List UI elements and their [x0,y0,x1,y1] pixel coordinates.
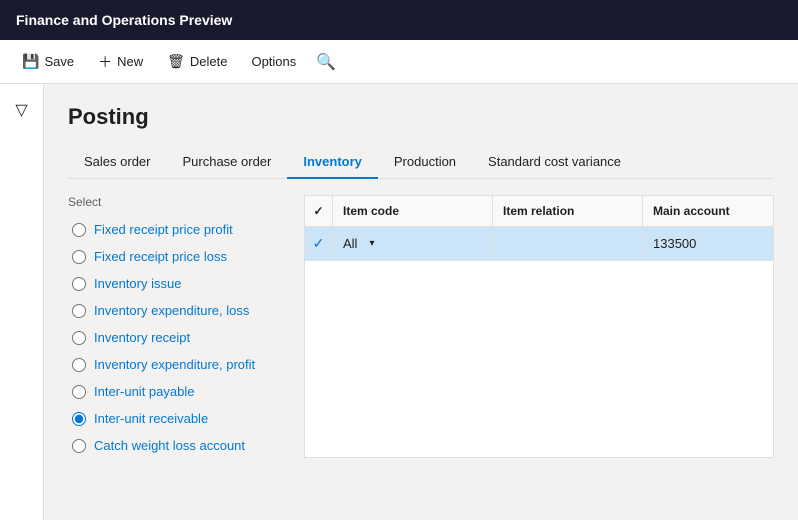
list-item[interactable]: Inter-unit payable [68,379,288,404]
radio-label-inter-unit-payable: Inter-unit payable [94,384,194,399]
th-item-code: Item code [333,196,493,226]
toolbar: 💾 Save ＋ New 🗑 Delete Options 🔍 [0,40,798,84]
app-title: Finance and Operations Preview [16,12,232,28]
radio-list: Fixed receipt price profit Fixed receipt… [68,217,288,458]
radio-inventory-issue[interactable] [72,277,86,291]
delete-label: Delete [190,54,228,69]
list-item[interactable]: Inventory issue [68,271,288,296]
tab-sales-order[interactable]: Sales order [68,146,166,179]
radio-inter-unit-receivable[interactable] [72,412,86,426]
radio-label-fixed-receipt-profit: Fixed receipt price profit [94,222,233,237]
options-label: Options [251,54,296,69]
new-icon: ＋ [98,52,112,72]
table-row[interactable]: ✓ All ▾ 133500 [305,227,773,261]
new-button[interactable]: ＋ New [88,46,153,78]
new-label: New [117,54,143,69]
table-body: ✓ All ▾ 133500 [305,227,773,261]
radio-fixed-receipt-profit[interactable] [72,223,86,237]
filter-icon[interactable]: ▽ [9,94,33,126]
main-account-value: 133500 [653,236,696,251]
radio-label-fixed-receipt-loss: Fixed receipt price loss [94,249,227,264]
select-label: Select [68,195,288,209]
list-item[interactable]: Inter-unit receivable [68,406,288,431]
radio-catch-weight-loss[interactable] [72,439,86,453]
radio-inter-unit-payable[interactable] [72,385,86,399]
tab-inventory[interactable]: Inventory [287,146,378,179]
list-item[interactable]: Fixed receipt price profit [68,217,288,242]
td-main-account[interactable]: 133500 [643,227,773,260]
tab-production[interactable]: Production [378,146,472,179]
th-item-relation: Item relation [493,196,643,226]
radio-label-inventory-expenditure-loss: Inventory expenditure, loss [94,303,249,318]
check-icon: ✓ [313,235,325,252]
save-label: Save [44,54,74,69]
list-item[interactable]: Fixed receipt price loss [68,244,288,269]
table-header: ✓ Item code Item relation Main account [305,196,773,227]
sidebar: ▽ [0,84,44,520]
content-area: Posting Sales order Purchase order Inven… [44,84,798,520]
radio-inventory-expenditure-loss[interactable] [72,304,86,318]
tab-standard-cost-variance[interactable]: Standard cost variance [472,146,637,179]
list-item[interactable]: Catch weight loss account [68,433,288,458]
save-icon: 💾 [22,53,39,70]
search-button[interactable]: 🔍 [310,46,342,78]
td-item-code[interactable]: All ▾ [333,227,493,260]
radio-label-inventory-receipt: Inventory receipt [94,330,190,345]
top-bar: Finance and Operations Preview [0,0,798,40]
tab-bar: Sales order Purchase order Inventory Pro… [68,146,774,179]
two-col-layout: Select Fixed receipt price profit Fixed … [68,195,774,458]
page-title: Posting [68,104,774,130]
td-item-relation[interactable] [493,227,643,260]
th-check: ✓ [305,196,333,226]
search-icon: 🔍 [316,54,336,71]
radio-fixed-receipt-loss[interactable] [72,250,86,264]
radio-label-inventory-issue: Inventory issue [94,276,181,291]
options-button[interactable]: Options [241,48,306,75]
delete-button[interactable]: 🗑 Delete [157,47,237,76]
left-panel: Select Fixed receipt price profit Fixed … [68,195,288,458]
radio-inventory-receipt[interactable] [72,331,86,345]
radio-inventory-expenditure-profit[interactable] [72,358,86,372]
td-check: ✓ [305,227,333,260]
radio-label-catch-weight-loss: Catch weight loss account [94,438,245,453]
tab-purchase-order[interactable]: Purchase order [166,146,287,179]
main-layout: ▽ Posting Sales order Purchase order Inv… [0,84,798,520]
list-item[interactable]: Inventory receipt [68,325,288,350]
list-item[interactable]: Inventory expenditure, loss [68,298,288,323]
item-code-dropdown-icon[interactable]: ▾ [369,238,374,249]
right-panel: ✓ Item code Item relation Main account ✓… [304,195,774,458]
delete-icon: 🗑 [167,53,185,70]
item-code-value: All [343,236,357,251]
radio-label-inventory-expenditure-profit: Inventory expenditure, profit [94,357,255,372]
radio-label-inter-unit-receivable: Inter-unit receivable [94,411,208,426]
th-main-account: Main account [643,196,773,226]
list-item[interactable]: Inventory expenditure, profit [68,352,288,377]
save-button[interactable]: 💾 Save [12,47,84,76]
